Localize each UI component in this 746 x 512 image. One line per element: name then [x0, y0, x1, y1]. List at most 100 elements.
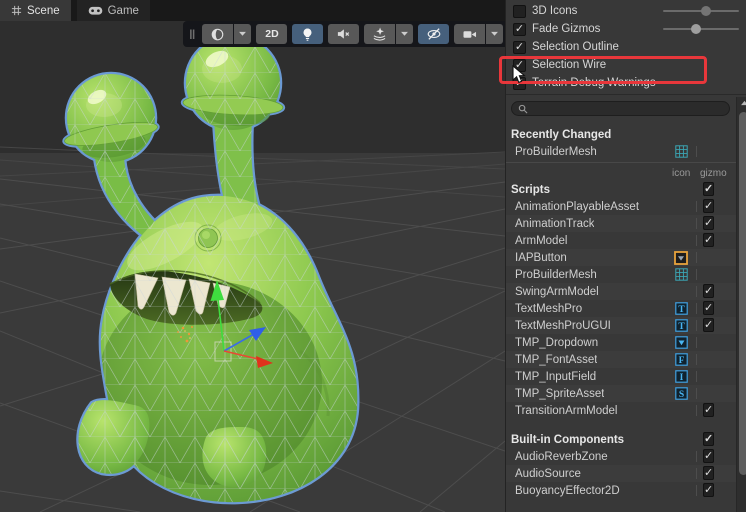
recently-changed-header-label: Recently Changed [511, 128, 612, 141]
gizmos-panel: 3D Icons Fade Gizmos Selection Outline Sele… [505, 0, 746, 512]
scene-toolbar: ‖ 2D [183, 21, 505, 47]
2d-toggle-button[interactable]: 2D [256, 24, 288, 44]
gizmo-list-row-armmodel[interactable]: ArmModel [506, 232, 736, 249]
panel-scrollbar[interactable] [736, 97, 746, 512]
textmeshpro-gizmo-checkbox[interactable] [703, 301, 715, 315]
column-separator [696, 252, 697, 263]
gizmo-list-row-swingarmmodel[interactable]: SwingArmModel [506, 283, 736, 300]
scroll-up-icon[interactable] [740, 100, 746, 106]
fade-gizmos-slider-thumb[interactable] [690, 24, 701, 34]
camera-icon [462, 28, 478, 41]
column-separator [696, 286, 697, 297]
selection-outline-label: Selection Outline [532, 41, 619, 53]
audiosource-gizmo-checkbox[interactable] [703, 466, 715, 480]
buoyancyeffector2d-gizmo-checkbox[interactable] [703, 483, 715, 497]
section-header-built-in-components-gizmo-checkbox[interactable] [703, 432, 715, 446]
gizmo-list-row-textmeshprougui[interactable]: TextMeshProUGUI T [506, 317, 736, 334]
gamepad-icon [88, 6, 103, 16]
gizmo-list-row-probuildermesh[interactable]: ProBuilderMesh [506, 143, 736, 160]
row-gizmo-slot [703, 199, 715, 213]
column-separator [696, 468, 697, 479]
row-label: TextMeshProUGUI [515, 319, 611, 332]
speaker-muted-icon [336, 27, 351, 41]
camera-menu-button[interactable] [454, 24, 486, 44]
audio-toggle-button[interactable] [328, 24, 360, 44]
section-header-scripts-gizmo-slot [703, 182, 715, 196]
grid-icon [11, 5, 22, 16]
gizmo-list-row-audioreverbzone[interactable]: AudioReverbZone [506, 448, 736, 465]
selection-outline-checkbox[interactable] [513, 40, 526, 54]
iap-button-icon [674, 250, 688, 265]
tab-scene[interactable]: Scene [0, 0, 71, 21]
gizmo-list-row-textmeshpro[interactable]: TextMeshPro T [506, 300, 736, 317]
hidden-objects-toggle-button[interactable] [418, 24, 450, 44]
row-label: AnimationTrack [515, 217, 595, 230]
shading-mode-dropdown-caret[interactable] [234, 24, 252, 44]
gizmo-list-row-tmp-fontasset[interactable]: TMP_FontAsset F [506, 351, 736, 368]
toolbar-drag-handle[interactable]: ‖ [189, 27, 196, 42]
gizmo-list-row-transitionarmmodel[interactable]: TransitionArmModel [506, 402, 736, 419]
scene-render [0, 21, 505, 512]
svg-text:T: T [678, 305, 685, 315]
animationplayableasset-gizmo-checkbox[interactable] [703, 199, 715, 213]
fade-gizmos-checkbox[interactable] [513, 22, 526, 36]
gizmo-list-row-tmp-inputfield[interactable]: TMP_InputField I [506, 368, 736, 385]
gizmo-list-row-tmp-dropdown[interactable]: TMP_Dropdown [506, 334, 736, 351]
2d-toggle-label: 2D [265, 28, 279, 40]
audioreverbzone-gizmo-checkbox[interactable] [703, 449, 715, 463]
section-header-scripts-gizmo-checkbox[interactable] [703, 182, 715, 196]
gizmo-list-row-animationtrack[interactable]: AnimationTrack [506, 215, 736, 232]
3d-icons-slider-thumb[interactable] [701, 6, 712, 16]
camera-menu-dropdown-caret[interactable] [486, 24, 504, 44]
row-label: TextMeshPro [515, 302, 583, 315]
column-separator [696, 201, 697, 212]
toolbar-group-effects-toggle [364, 24, 414, 44]
effects-star-icon [372, 27, 387, 41]
toolbar-group-shading-mode [202, 24, 252, 44]
gizmo-list-row-tmp-spriteasset[interactable]: TMP_SpriteAsset S [506, 385, 736, 402]
tab-scene-label: Scene [27, 4, 60, 17]
gizmo-list-row-buoyancyeffector2d[interactable]: BuoyancyEffector2D [506, 482, 736, 499]
gizmo-list-row-animationplayableasset[interactable]: AnimationPlayableAsset [506, 198, 736, 215]
effects-toggle-dropdown-caret[interactable] [396, 24, 414, 44]
swingarmmodel-gizmo-checkbox[interactable] [703, 284, 715, 298]
selection-wire-checkbox[interactable] [513, 58, 526, 72]
row-label: ProBuilderMesh [515, 268, 597, 281]
3d-icons-slider[interactable] [663, 6, 739, 16]
row-gizmo-slot [703, 284, 715, 298]
scene-viewport[interactable]: ‖ 2D [0, 21, 505, 512]
fade-gizmos-slider[interactable] [663, 24, 739, 34]
chevron-down-icon [490, 31, 499, 37]
svg-text:I: I [679, 373, 683, 383]
toolbar-group-hidden-objects-toggle [418, 24, 450, 44]
animationtrack-gizmo-checkbox[interactable] [703, 216, 715, 230]
lighting-toggle-button[interactable] [292, 24, 324, 44]
scrollbar-thumb[interactable] [739, 112, 746, 475]
terrain-debug-warnings-label: Terrain Debug Warnings [532, 77, 656, 89]
armmodel-gizmo-checkbox[interactable] [703, 233, 715, 247]
row-label: AnimationPlayableAsset [515, 200, 640, 213]
tmp-f-icon: F [674, 353, 688, 367]
gizmos-search-field[interactable] [511, 101, 730, 116]
row-gizmo-slot [703, 403, 715, 417]
eye-slash-icon [426, 27, 442, 41]
section-header-scripts: Scripts [506, 181, 736, 198]
tmp-dropdown-icon [674, 336, 688, 350]
tab-game[interactable]: Game [76, 0, 150, 21]
3d-icons-checkbox[interactable] [513, 4, 526, 18]
transitionarmmodel-gizmo-checkbox[interactable] [703, 403, 715, 417]
row-label: ArmModel [515, 234, 568, 247]
gizmo-list-row-iapbutton[interactable]: IAPButton [506, 249, 736, 266]
probuilder-grid-icon [674, 268, 688, 282]
gizmo-list-row-audiosource[interactable]: AudioSource [506, 465, 736, 482]
bulb-icon [301, 27, 314, 42]
row-label: ProBuilderMesh [515, 145, 597, 158]
shading-mode-button[interactable] [202, 24, 234, 44]
textmeshprougui-gizmo-checkbox[interactable] [703, 318, 715, 332]
toggle-row-fade-gizmos: Fade Gizmos [506, 20, 746, 38]
gizmo-list-row-probuildermesh[interactable]: ProBuilderMesh [506, 266, 736, 283]
terrain-debug-warnings-checkbox[interactable] [513, 76, 526, 90]
effects-toggle-button[interactable] [364, 24, 396, 44]
toolbar-group-audio-toggle [328, 24, 360, 44]
3d-icons-label: 3D Icons [532, 5, 578, 17]
